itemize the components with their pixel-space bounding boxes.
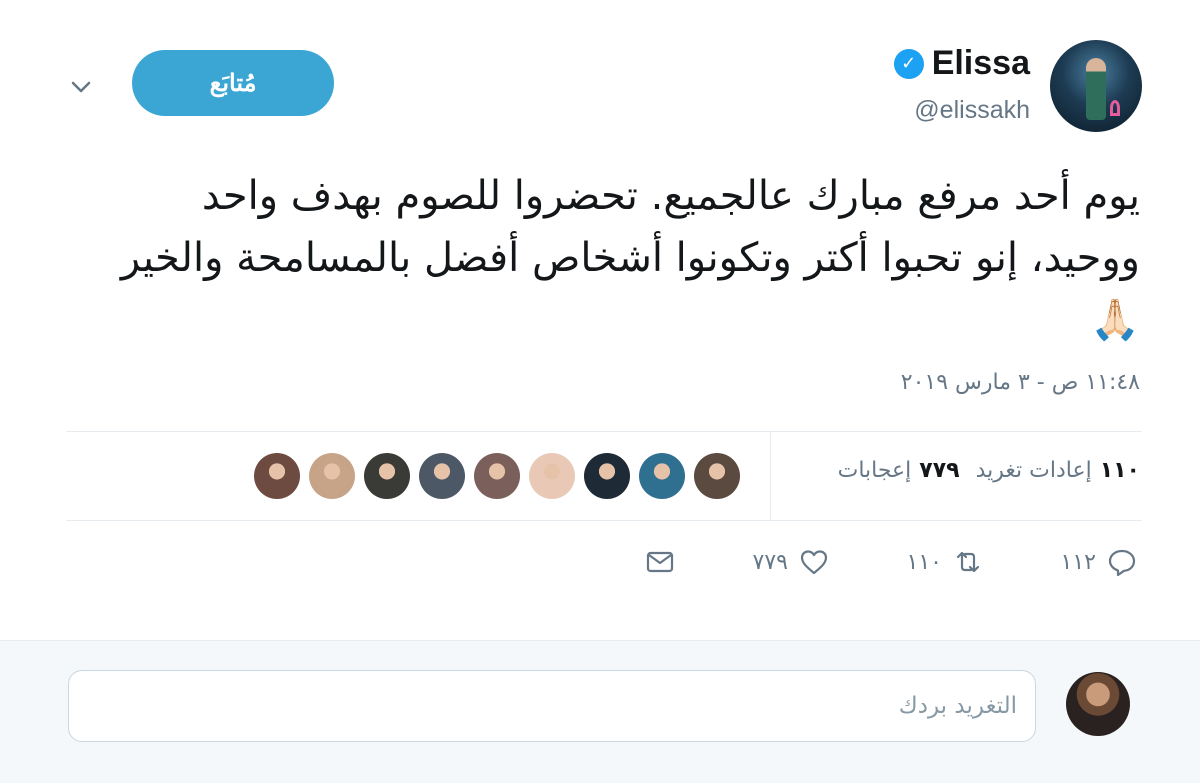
tweet-text: يوم أحد مرفع مبارك عالجميع. تحضروا للصوم…	[80, 165, 1140, 351]
tweet-body: يوم أحد مرفع مبارك عالجميع. تحضروا للصوم…	[120, 173, 1140, 281]
liker-avatar[interactable]	[529, 453, 575, 499]
reply-button[interactable]: ١١٢	[1061, 546, 1138, 578]
likes-label: إعجابات	[837, 458, 912, 483]
liker-avatar[interactable]	[694, 453, 740, 499]
author-name-row[interactable]: ✓ Elissa	[893, 44, 1030, 83]
liker-avatar[interactable]	[584, 453, 630, 499]
tweet-timestamp[interactable]: ١١:٤٨ ص - ٣ مارس ٢٠١٩	[901, 370, 1140, 395]
liker-avatar[interactable]	[364, 453, 410, 499]
liker-avatar[interactable]	[474, 453, 520, 499]
pink-ribbon-icon	[1110, 100, 1120, 116]
envelope-icon	[646, 551, 674, 573]
avatar	[1066, 672, 1130, 736]
liker-avatars	[254, 453, 740, 499]
like-count: ٧٧٩	[752, 549, 788, 575]
avatar[interactable]	[1050, 40, 1142, 132]
liker-avatar[interactable]	[309, 453, 355, 499]
direct-message-button[interactable]	[644, 546, 676, 578]
divider-top	[66, 431, 1142, 432]
retweet-button[interactable]: ١١٠	[907, 546, 984, 578]
author-handle[interactable]: @elissakh	[914, 96, 1030, 125]
retweets-count: ١١٠	[1099, 458, 1140, 483]
liker-avatar[interactable]	[639, 453, 685, 499]
reply-icon	[1108, 549, 1136, 577]
tweet-header: ✓ Elissa @elissakh مُتابَع	[0, 0, 1200, 150]
following-button[interactable]: مُتابَع	[132, 50, 334, 116]
author-display-name[interactable]: Elissa	[932, 44, 1030, 83]
likes-stat[interactable]: ٧٧٩ إعجابات	[838, 458, 960, 483]
retweet-icon	[956, 551, 980, 573]
retweets-stat[interactable]: ١١٠ إعادات تغريد	[976, 458, 1140, 483]
retweets-label: إعادات تغريد	[975, 458, 1092, 483]
likes-count: ٧٧٩	[919, 458, 960, 483]
liker-avatar[interactable]	[419, 453, 465, 499]
divider-bottom	[66, 520, 1142, 521]
heart-icon	[800, 550, 828, 575]
tweet-stats: ١١٠ إعادات تغريد ٧٧٩ إعجابات	[838, 458, 1140, 483]
avatar-figure	[1086, 58, 1106, 120]
reply-input[interactable]	[68, 670, 1036, 742]
liker-avatar[interactable]	[254, 453, 300, 499]
like-button[interactable]: ٧٧٩	[753, 546, 830, 578]
folded-hands-emoji: 🙏🏻	[1090, 297, 1140, 343]
chevron-down-icon[interactable]	[66, 72, 96, 102]
verified-badge-icon: ✓	[893, 48, 924, 79]
retweet-count: ١١٠	[906, 549, 942, 575]
reply-count: ١١٢	[1060, 549, 1096, 575]
stats-separator	[770, 432, 771, 520]
